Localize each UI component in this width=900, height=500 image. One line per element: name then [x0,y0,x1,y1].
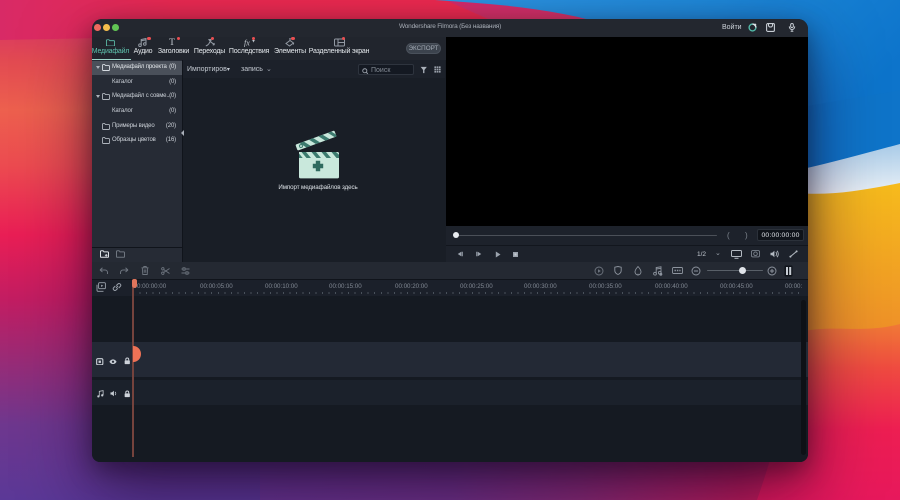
svg-text:fx: fx [244,39,250,48]
